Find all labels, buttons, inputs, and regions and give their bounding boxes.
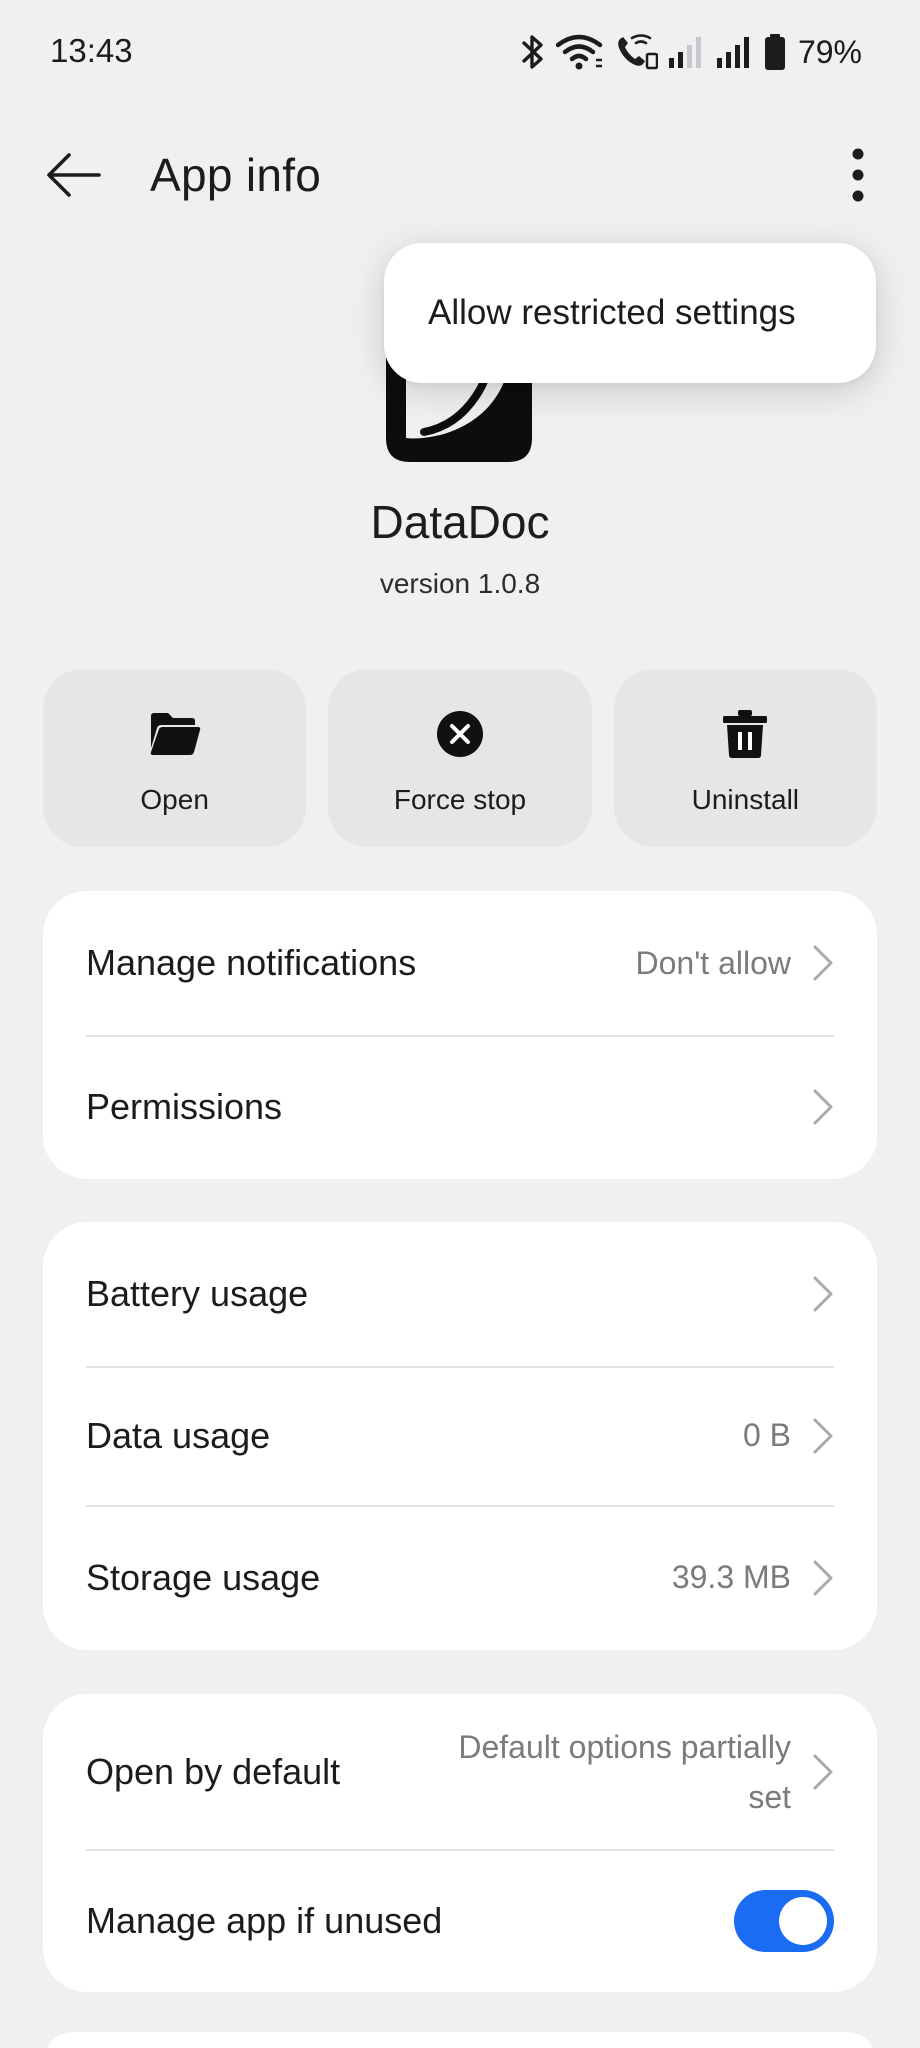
close-circle-icon [436,711,483,757]
app-name: DataDoc [370,496,550,548]
app-bar: App info [0,120,920,230]
chevron-right-icon [813,1560,833,1595]
open-by-default-value-line2: set [748,1778,791,1815]
open-by-default-value-line1: Default options partially [458,1728,791,1765]
open-by-default-value: Default options partially set [458,1722,791,1822]
battery-percentage: 79% [797,33,862,70]
manage-app-if-unused-toggle[interactable] [734,1889,834,1952]
wifi-icon [555,34,603,70]
action-buttons: Open Force stop Uninstall [43,669,877,847]
wifi-calling-icon [618,34,658,70]
toggle-knob [779,1896,827,1945]
storage-usage-value: 39.3 MB [671,1559,791,1595]
defaults-card: Open by default Default options partiall… [43,1694,877,1992]
status-icons: 79% [520,30,862,74]
open-button[interactable]: Open [43,669,307,847]
signal-icon-sim2 [716,37,749,68]
chevron-right-icon [813,1089,833,1125]
open-by-default-label: Open by default [86,1750,341,1792]
manage-app-if-unused-row: Manage app if unused [43,1849,877,1992]
permissions-label: Permissions [86,1086,283,1127]
more-vertical-icon [852,148,864,202]
app-version: version 1.0.8 [379,568,541,599]
menu-item-allow-restricted-settings[interactable]: Allow restricted settings [428,293,796,333]
permissions-row[interactable]: Permissions [43,1035,877,1179]
chevron-right-icon [813,1276,833,1312]
battery-icon [764,34,785,70]
app-info-screen: 13:43 79% App info DataDoc version 1.0.8… [0,0,920,2048]
usage-card: Battery usage Data usage 0 B Storage usa… [43,1222,877,1650]
next-card-peek [43,2032,877,2048]
page-title: App info [150,149,322,201]
folder-icon [150,713,200,755]
data-usage-label: Data usage [86,1414,271,1456]
storage-usage-label: Storage usage [86,1556,321,1598]
status-time: 13:43 [50,32,133,69]
more-options-button[interactable] [826,142,890,208]
battery-usage-row[interactable]: Battery usage [43,1222,877,1366]
open-by-default-row[interactable]: Open by default Default options partiall… [43,1694,877,1849]
battery-usage-label: Battery usage [86,1273,309,1314]
notifications-permissions-card: Manage notifications Don't allow Permiss… [43,891,877,1179]
open-label: Open [140,784,209,815]
manage-notifications-value: Don't allow [635,944,791,981]
data-usage-value: 0 B [742,1417,791,1453]
arrow-left-icon [47,153,101,197]
status-bar: 13:43 79% [0,0,920,108]
manage-notifications-label: Manage notifications [86,942,417,983]
uninstall-label: Uninstall [691,784,800,815]
chevron-right-icon [813,1754,833,1789]
overflow-menu: Allow restricted settings [384,243,876,383]
trash-icon [723,710,768,758]
storage-usage-row[interactable]: Storage usage 39.3 MB [43,1505,877,1650]
signal-icon-sim1 [668,37,701,68]
force-stop-label: Force stop [393,784,527,815]
manage-notifications-row[interactable]: Manage notifications Don't allow [43,891,877,1035]
bluetooth-icon [522,35,543,69]
data-usage-row[interactable]: Data usage 0 B [43,1366,877,1505]
uninstall-button[interactable]: Uninstall [613,669,877,847]
chevron-right-icon [813,945,833,981]
force-stop-button[interactable]: Force stop [328,669,592,847]
manage-app-if-unused-label: Manage app if unused [86,1899,443,1941]
back-button[interactable] [38,142,110,208]
chevron-right-icon [813,1418,833,1453]
